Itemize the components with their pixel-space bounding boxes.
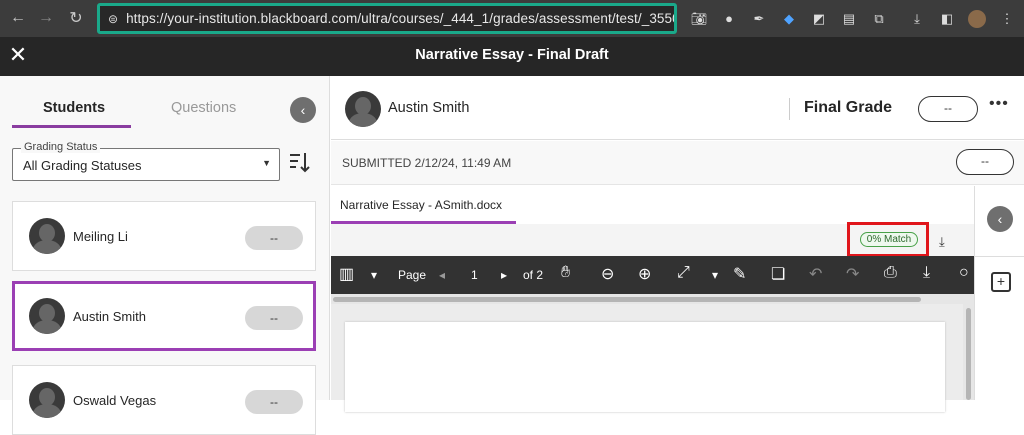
profile-avatar[interactable] — [964, 6, 990, 32]
url-text: https://your-institution.blackboard.com/… — [126, 11, 674, 26]
horizontal-scrollbar[interactable] — [331, 294, 974, 304]
download-file-icon[interactable]: ⤓ — [939, 234, 945, 250]
forward-icon[interactable]: → — [33, 5, 59, 31]
prev-page-icon[interactable]: ◂ — [439, 268, 445, 282]
download-icon[interactable]: ⤓ — [923, 264, 930, 282]
eyedropper-icon[interactable]: ✒ — [746, 6, 772, 32]
caret-down-icon: ▼ — [262, 158, 271, 168]
download-icon[interactable]: ⤓ — [904, 6, 930, 32]
tab-questions[interactable]: Questions — [171, 100, 236, 116]
undo-icon[interactable]: ↶ — [809, 264, 822, 284]
page-count: of 2 — [523, 268, 544, 282]
collapse-panel-button[interactable]: ‹ — [290, 97, 316, 123]
redo-icon[interactable]: ↷ — [846, 264, 859, 284]
camera-icon[interactable]: 📷︎ — [686, 6, 712, 32]
sidebar-toggle-icon[interactable]: ▥ — [339, 264, 354, 284]
pdf-toolbar: ▥ ▾ Page ◂ 1 ▸ of 2 ✋︎ ⊖ ⊕ ⤢ ▾ ✎ ❏ ↶ ↷ ⎙… — [331, 256, 974, 294]
divider — [789, 98, 790, 120]
final-grade-label: Final Grade — [804, 99, 893, 116]
avatar — [29, 298, 65, 334]
page-label: Page — [398, 268, 427, 282]
active-tab-indicator — [12, 125, 131, 128]
similarity-match-badge[interactable]: 0% Match — [860, 232, 918, 247]
zoom-in-icon[interactable]: ⊕ — [638, 264, 651, 284]
expand-panel-button[interactable]: ‹ — [987, 206, 1013, 232]
scroll-thumb[interactable] — [966, 308, 971, 400]
site-info-icon[interactable]: ⊜ — [108, 12, 118, 26]
vertical-scrollbar[interactable] — [963, 304, 974, 400]
final-grade-input[interactable]: -- — [918, 96, 978, 122]
back-icon[interactable]: ← — [5, 5, 31, 31]
next-page-icon[interactable]: ▸ — [501, 268, 507, 282]
caret-down-icon[interactable]: ▾ — [371, 268, 377, 282]
reload-icon[interactable]: ↻ — [63, 5, 89, 31]
grading-status-legend: Grading Status — [21, 141, 101, 153]
gem-icon[interactable]: ◆ — [776, 6, 802, 32]
more-options-icon[interactable]: ••• — [989, 95, 1009, 113]
avatar — [29, 382, 65, 418]
comment-icon[interactable]: ❏ — [771, 264, 785, 284]
browser-menu-icon[interactable]: ⋮ — [994, 6, 1020, 32]
right-rail: ‹ + — [974, 186, 1024, 400]
address-bar[interactable]: ⊜ https://your-institution.blackboard.co… — [97, 3, 677, 34]
caret-down-icon[interactable]: ▾ — [712, 268, 718, 282]
scroll-thumb[interactable] — [333, 297, 921, 302]
grading-status-select[interactable]: Grading Status All Grading Statuses ▼ — [12, 141, 280, 181]
chevron-left-icon: ‹ — [997, 211, 1003, 227]
student-name: Oswald Vegas — [73, 393, 157, 408]
print-icon[interactable]: ⎙ — [884, 264, 897, 282]
reader-icon[interactable]: ▤ — [836, 6, 862, 32]
submission-bar: SUBMITTED 2/12/24, 11:49 AM -- — [331, 141, 1024, 185]
students-panel: Students Questions ‹ Grading Status All … — [0, 76, 330, 435]
search-icon[interactable]: ○ — [959, 264, 969, 282]
grade-pill[interactable]: -- — [245, 390, 303, 414]
add-feedback-icon[interactable]: + — [991, 272, 1011, 292]
student-name: Austin Smith — [73, 309, 146, 324]
app-header: ✕ Narrative Essay - Final Draft — [0, 37, 1024, 76]
extension-a-icon[interactable]: ◩ — [806, 6, 832, 32]
student-name: Meiling Li — [73, 229, 128, 244]
puzzle-icon[interactable]: ⧉ — [866, 6, 892, 32]
chevron-left-icon: ‹ — [300, 102, 306, 118]
avatar — [345, 91, 381, 127]
attempt-grade-input[interactable]: -- — [956, 149, 1014, 175]
document-canvas — [331, 304, 974, 412]
zoom-out-icon[interactable]: ⊖ — [601, 264, 614, 284]
browser-toolbar: ← → ↻ ⊜ https://your-institution.blackbo… — [0, 0, 1024, 37]
grade-pill[interactable]: -- — [245, 306, 303, 330]
side-panel-icon[interactable]: ◧ — [934, 6, 960, 32]
document-page — [345, 322, 945, 412]
hand-tool-icon[interactable]: ✋︎ — [561, 264, 570, 282]
submitted-timestamp: SUBMITTED 2/12/24, 11:49 AM — [342, 156, 512, 170]
student-card[interactable]: Meiling Li -- — [12, 201, 316, 271]
student-card-selected[interactable]: Austin Smith -- — [12, 281, 316, 351]
divider — [975, 256, 1024, 257]
extension-icons: 📷︎ ● ✒ ◆ ◩ ▤ ⧉ ⤓ ◧ ⋮ — [686, 0, 1024, 37]
page-number-input[interactable]: 1 — [471, 268, 478, 282]
sort-icon[interactable] — [288, 150, 314, 178]
tab-students[interactable]: Students — [43, 100, 105, 116]
record-icon[interactable]: ● — [716, 6, 742, 32]
grading-status-value: All Grading Statuses — [23, 158, 142, 173]
page-title: Narrative Essay - Final Draft — [415, 47, 609, 63]
submission-header: Austin Smith Final Grade -- ••• — [331, 76, 1024, 140]
file-tab[interactable]: Narrative Essay - ASmith.docx — [340, 198, 502, 212]
match-highlight: 0% Match — [847, 222, 929, 257]
document-viewer: Narrative Essay - ASmith.docx 0% Match ⤓… — [331, 186, 974, 412]
student-name: Austin Smith — [388, 100, 470, 116]
fit-page-icon[interactable]: ⤢ — [677, 264, 690, 282]
grade-pill[interactable]: -- — [245, 226, 303, 250]
student-card[interactable]: Oswald Vegas -- — [12, 365, 316, 435]
avatar — [29, 218, 65, 254]
annotate-icon[interactable]: ✎ — [733, 264, 746, 284]
